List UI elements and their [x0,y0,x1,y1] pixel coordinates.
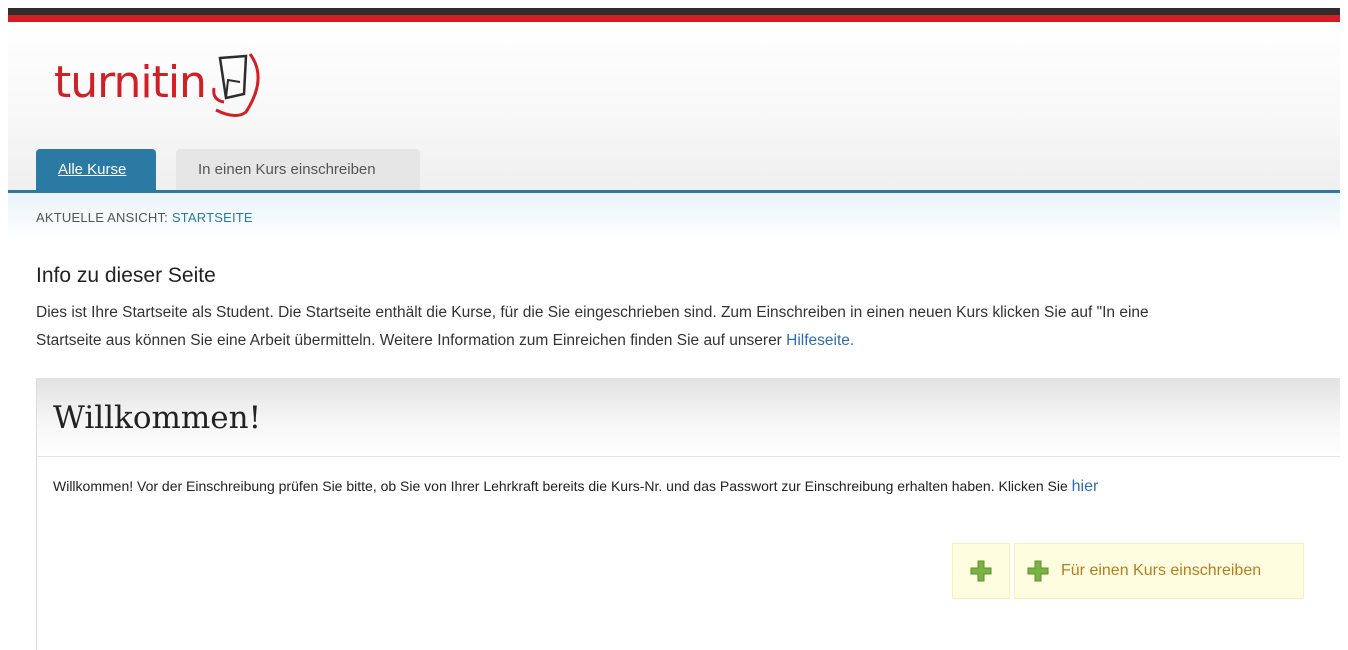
top-bar [8,8,1340,22]
here-link[interactable]: hier [1072,478,1099,495]
add-button[interactable] [952,543,1010,599]
enroll-course-label: Für einen Kurs einschreiben [1061,562,1262,579]
turnitin-logo[interactable]: turnitin [54,50,276,122]
welcome-panel-header: Willkommen! [37,378,1340,457]
tab-kurs-einschreiben[interactable]: In einen Kurs einschreiben [176,149,420,191]
info-title: Info zu dieser Seite [36,264,216,287]
breadcrumb-current: STARTSEITE [171,210,253,225]
welcome-text-body: Willkommen! Vor der Einschreibung prüfen… [53,478,1068,494]
info-line-1: Dies ist Ihre Startseite als Student. Di… [36,304,1149,321]
welcome-text: Willkommen! Vor der Einschreibung prüfen… [53,478,1098,496]
breadcrumb: AKTUELLE ANSICHT: STARTSEITE [36,210,253,225]
logo-page-icon [212,53,260,117]
tab-alle-kurse[interactable]: Alle Kurse [36,149,156,191]
plus-icon [970,560,992,582]
enroll-actions: Für einen Kurs einschreiben [952,543,1304,599]
info-text: Dies ist Ihre Startseite als Student. Di… [36,299,1340,355]
info-line-2: Startseite aus können Sie eine Arbeit üb… [36,327,1340,355]
plus-icon [1027,560,1049,582]
breadcrumb-prefix: AKTUELLE ANSICHT: [36,210,168,225]
help-page-link[interactable]: Hilfeseite. [786,332,854,349]
course-tabs: Alle Kurse In einen Kurs einschreiben [36,149,420,191]
enroll-course-button[interactable]: Für einen Kurs einschreiben [1014,543,1304,599]
welcome-title: Willkommen! [53,400,262,436]
logo-text: turnitin [54,57,207,108]
info-line-2-text: Startseite aus können Sie eine Arbeit üb… [36,332,782,349]
welcome-panel: Willkommen! Willkommen! Vor der Einschre… [36,378,1340,650]
